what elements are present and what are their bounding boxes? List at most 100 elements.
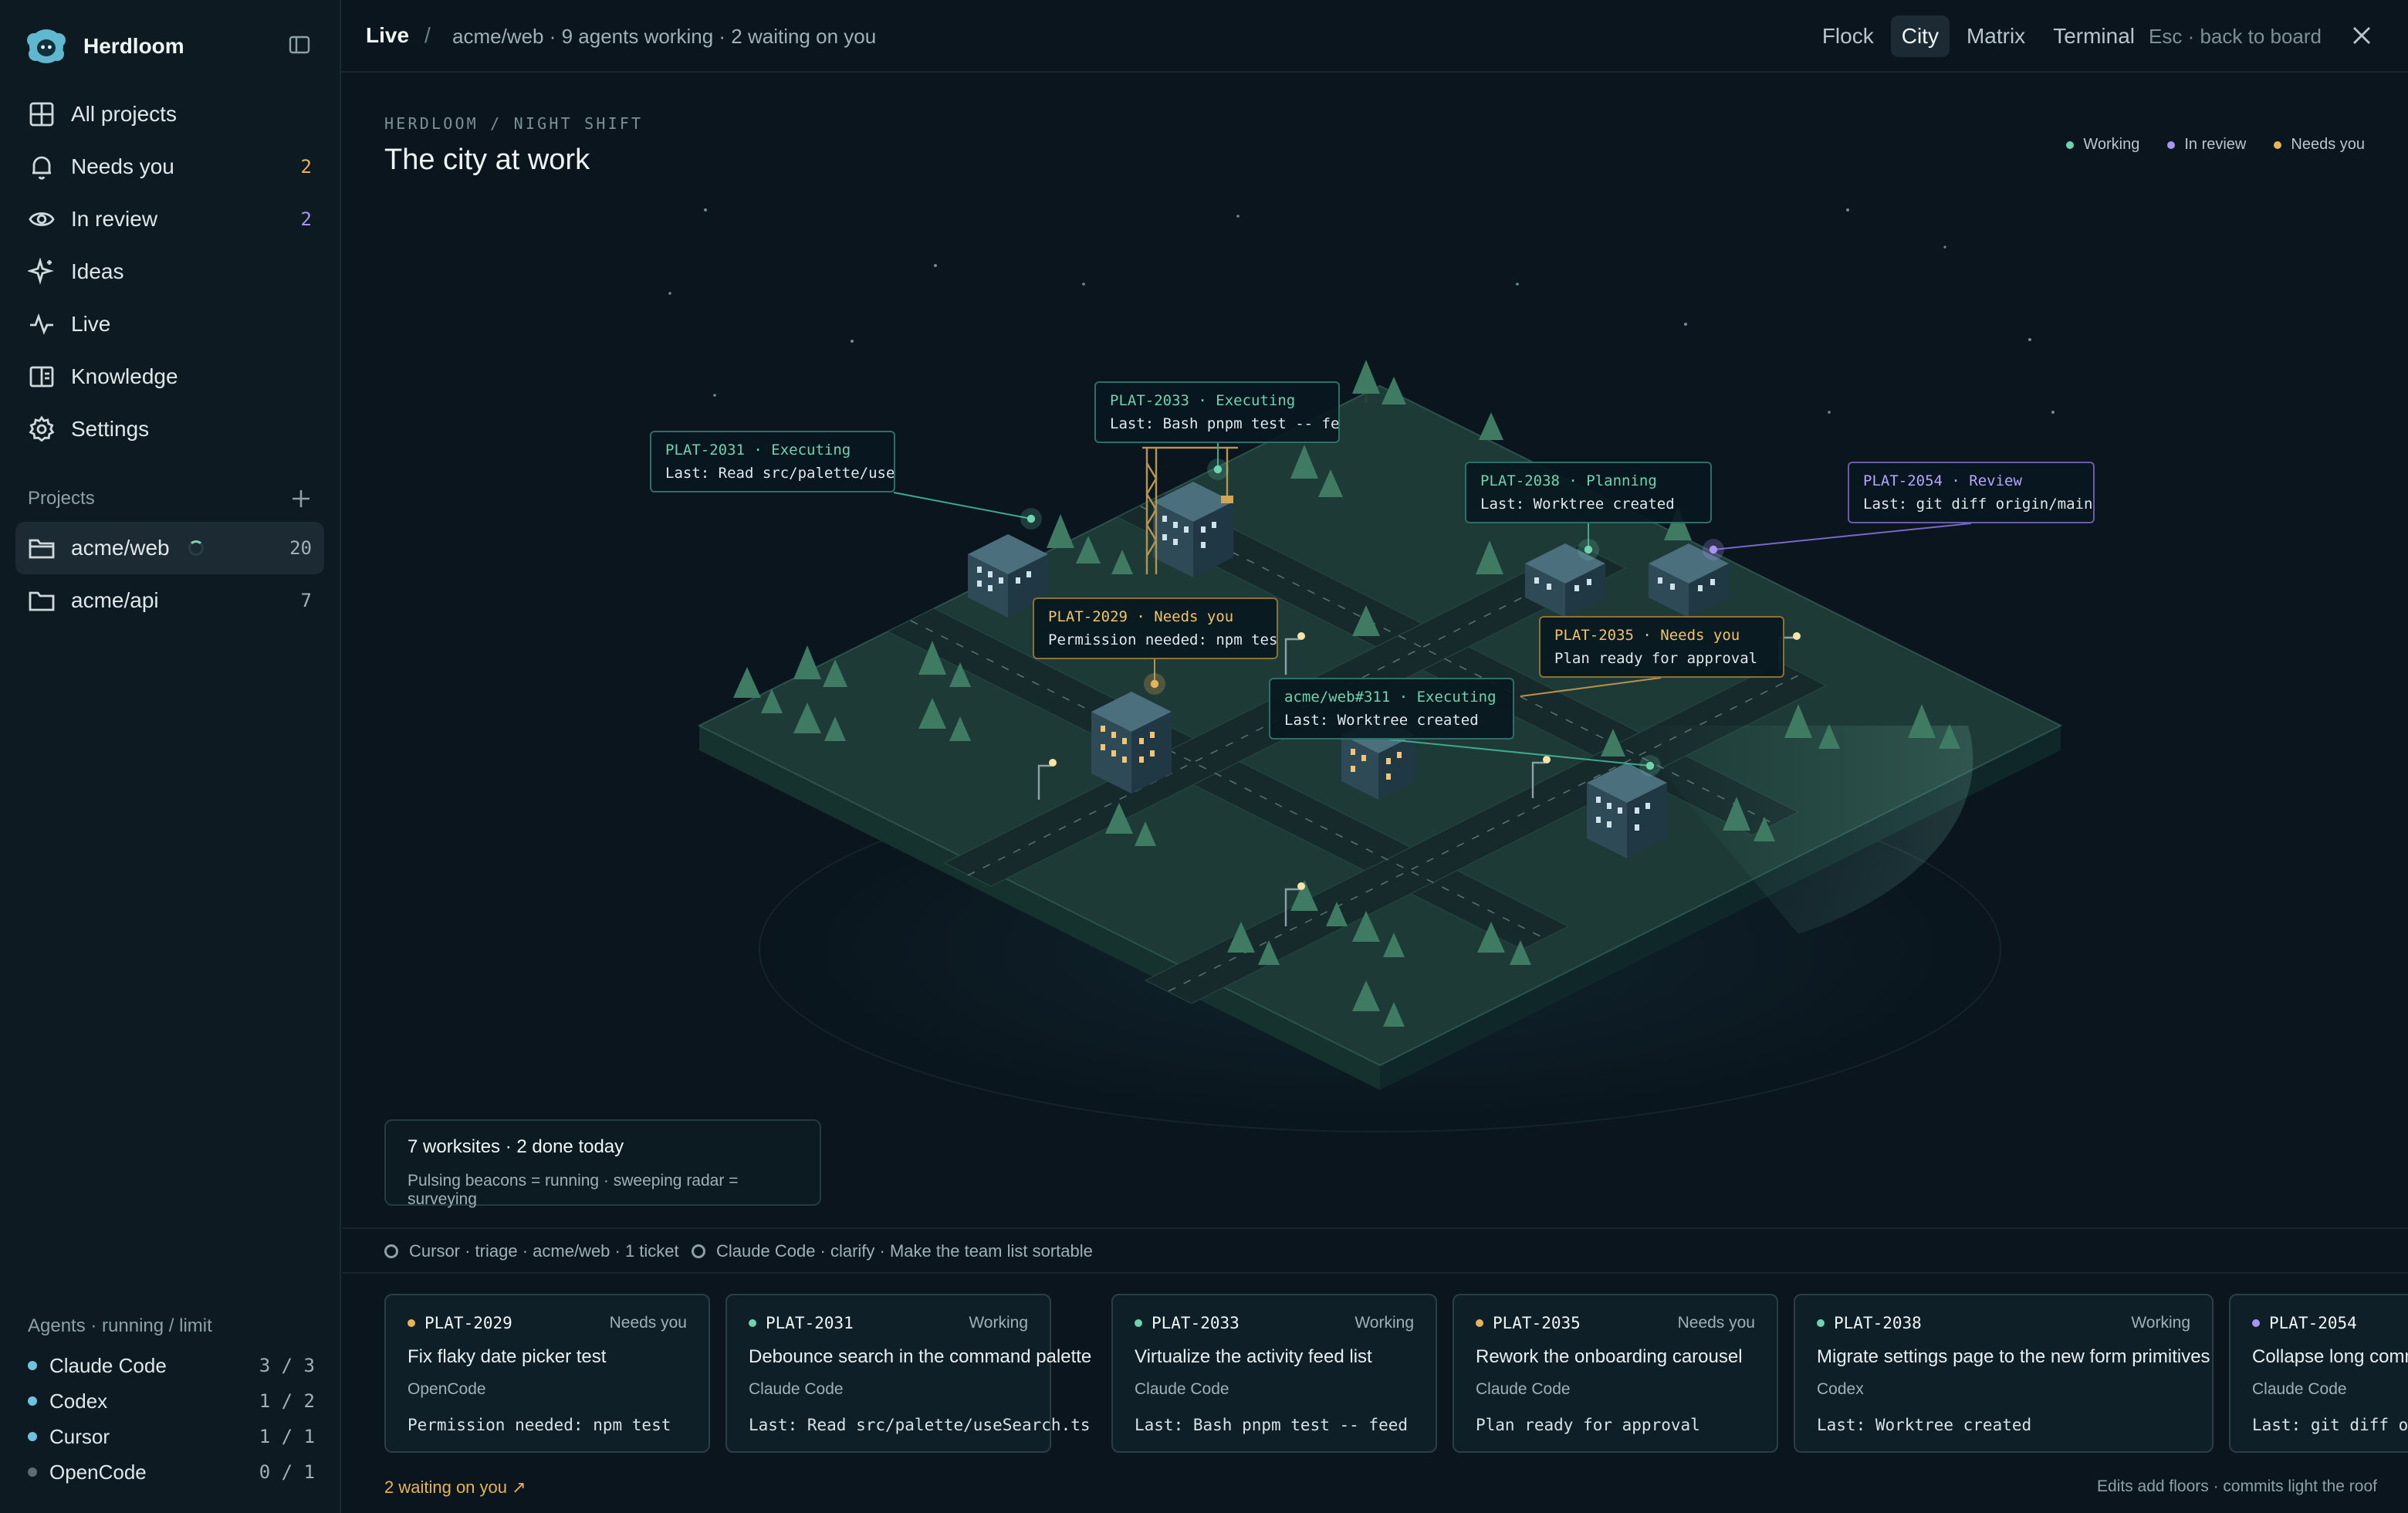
sidebar-item-needs-you[interactable]: Needs you 2 (15, 140, 324, 193)
legend-item-needs-you: Needs you (2274, 136, 2365, 154)
map-tag-plat-2054[interactable]: PLAT-2054 · Review Last: git diff origin… (1848, 462, 2095, 523)
sidebar: Herdloom All projects Needs you 2 In rev… (0, 0, 341, 1513)
ticket-last-action: Last: git diff ori (2252, 1416, 2408, 1434)
ticket-id: PLAT-2038 (1834, 1314, 1922, 1332)
bell-icon (32, 156, 51, 180)
tag-body: Last: git diff origin/main… (1863, 496, 2095, 513)
project-item-acme-web[interactable]: acme/web 20 (15, 522, 324, 574)
top-bar: Live / acme/web · 9 agents working · 2 w… (341, 0, 2408, 73)
tag-head: PLAT-2033 · Executing (1110, 392, 1296, 409)
tag-body: Plan ready for approval (1554, 650, 1758, 667)
activity-ring-icon (692, 1244, 705, 1258)
ticket-title: Rework the onboarding carousel (1476, 1346, 1743, 1367)
activity-item[interactable]: Claude Code · clarify · Make the team li… (692, 1241, 1093, 1261)
legend-item-in-review: In review (2167, 136, 2246, 154)
sidebar-nav: All projects Needs you 2 In review 2 Ide… (15, 88, 324, 455)
agent-status-dot (28, 1361, 37, 1370)
tag-head: PLAT-2038 · Planning (1480, 472, 1657, 489)
ticket-status: Needs you (609, 1314, 687, 1332)
ticket-last-action: Plan ready for approval (1476, 1416, 1700, 1434)
ticket-id: PLAT-2033 (1152, 1314, 1240, 1332)
ticket-title: Virtualize the activity feed list (1135, 1346, 1372, 1367)
tag-body: Last: Worktree created (1284, 712, 1479, 729)
tag-head: PLAT-2054 · Review (1863, 472, 2022, 489)
live-status-description: acme/web · 9 agents working · 2 waiting … (452, 25, 877, 48)
tag-head: PLAT-2029 · Needs you (1048, 608, 1234, 625)
map-tag-plat-2033[interactable]: PLAT-2033 · Executing Last: Bash pnpm te… (1094, 381, 1340, 443)
map-tag-plat-2029[interactable]: PLAT-2029 · Needs you Permission needed:… (1033, 597, 1278, 659)
project-item-acme-api[interactable]: acme/api 7 (15, 574, 324, 627)
ticket-card-plat-2054[interactable]: PLAT-2054 Collapse long comme Claude Cod… (2229, 1294, 2408, 1453)
brand[interactable]: Herdloom (25, 25, 184, 68)
ticket-id: PLAT-2029 (424, 1314, 512, 1332)
map-tag-plat-2035[interactable]: PLAT-2035 · Needs you Plan ready for app… (1539, 616, 1784, 678)
agent-row-opencode: OpenCode 0 / 1 (28, 1454, 315, 1490)
close-icon[interactable] (2352, 26, 2371, 45)
map-tag-plat-2031[interactable]: PLAT-2031 · Executing Last: Read src/pal… (650, 431, 895, 492)
esc-back-hint[interactable]: Esc · back to board (2149, 25, 2322, 49)
tab-city[interactable]: City (1890, 15, 1950, 57)
needs-you-count: 2 (300, 156, 312, 178)
ticket-card-plat-2033[interactable]: PLAT-2033 Working Virtualize the activity… (1111, 1294, 1437, 1453)
ticket-title: Fix flaky date picker test (408, 1346, 607, 1367)
ticket-title: Debounce search in the command palette (749, 1346, 1092, 1367)
eyebrow: HERDLOOM / NIGHT SHIFT (384, 114, 644, 133)
ticket-card-plat-2031[interactable]: PLAT-2031 Working Debounce search in the … (725, 1294, 1092, 1453)
ticket-agent: Claude Code (2252, 1380, 2347, 1398)
sidebar-item-knowledge[interactable]: Knowledge (15, 350, 324, 403)
legend-label: In review (2184, 136, 2247, 153)
ticket-agent: Claude Code (1135, 1380, 1229, 1398)
sidebar-item-label: Settings (71, 417, 150, 441)
breadcrumb-live[interactable]: Live (366, 23, 409, 48)
agent-row-cursor: Cursor 1 / 1 (28, 1419, 315, 1454)
ticket-status: Needs you (1677, 1314, 1755, 1332)
activity-text: Claude Code · clarify · Make the team li… (716, 1241, 1093, 1261)
sheep-logo-icon (27, 29, 66, 63)
legend-label: Needs you (2291, 136, 2365, 153)
sidebar-toggle-icon[interactable] (287, 32, 312, 57)
activity-item[interactable]: Cursor · triage · acme/web · 1 ticket (384, 1241, 679, 1261)
sidebar-item-all-projects[interactable]: All projects (15, 88, 324, 140)
sidebar-item-ideas[interactable]: Ideas (15, 245, 324, 298)
project-list: acme/web 20 acme/api 7 (15, 522, 324, 627)
agent-list: Claude Code 3 / 3 Codex 1 / 2 Cursor 1 /… (28, 1348, 315, 1490)
eye-icon (29, 212, 55, 226)
sidebar-item-in-review[interactable]: In review 2 (15, 193, 324, 245)
status-dot (408, 1319, 415, 1327)
sidebar-item-settings[interactable]: Settings (15, 403, 324, 455)
agent-status-dot (28, 1432, 37, 1441)
in-review-count: 2 (300, 208, 312, 230)
agent-usage: 0 / 1 (259, 1461, 315, 1483)
tab-terminal[interactable]: Terminal (2042, 15, 2146, 57)
worksite-summary: 7 worksites · 2 done today Pulsing beaco… (384, 1119, 821, 1208)
project-count: 7 (300, 590, 312, 611)
agent-usage: 3 / 3 (259, 1355, 315, 1376)
tag-body: Last: Bash pnpm test -- fe… (1110, 415, 1340, 432)
tab-flock[interactable]: Flock (1811, 15, 1885, 57)
waiting-on-you-link[interactable]: 2 waiting on you ↗ (384, 1477, 526, 1498)
ticket-last-action: Permission needed: npm test (408, 1416, 671, 1434)
ticket-agent: OpenCode (408, 1380, 486, 1398)
add-project-icon[interactable] (290, 488, 312, 509)
ticket-id: PLAT-2035 (1493, 1314, 1581, 1332)
activity-text: Cursor · triage · acme/web · 1 ticket (409, 1241, 679, 1261)
sidebar-item-live[interactable]: Live (15, 298, 324, 350)
folder-open-icon (29, 539, 55, 559)
pulse-icon (30, 313, 53, 335)
ticket-card-plat-2038[interactable]: PLAT-2038 Working Migrate settings page t… (1794, 1294, 2214, 1453)
agent-row-claude-code: Claude Code 3 / 3 (28, 1348, 315, 1383)
agent-name: Claude Code (49, 1353, 167, 1377)
footer-hint: Edits add floors · commits light the roo… (2097, 1477, 2377, 1495)
ticket-status: Working (969, 1314, 1028, 1332)
ticket-card-plat-2029[interactable]: PLAT-2029 Needs you Fix flaky date picker… (384, 1294, 710, 1453)
tag-body: Last: Read src/palette/use… (665, 465, 895, 482)
map-tag-acme-web-311[interactable]: acme/web#311 · Executing Last: Worktree … (1269, 678, 1514, 740)
map-tag-plat-2038[interactable]: PLAT-2038 · Planning Last: Worktree crea… (1465, 462, 1712, 523)
ticket-agent: Claude Code (1476, 1380, 1571, 1398)
ticket-card-plat-2035[interactable]: PLAT-2035 Needs you Rework the onboarding… (1453, 1294, 1778, 1453)
tag-body: Permission needed: npm test (1048, 631, 1278, 648)
agent-name: Cursor (49, 1424, 110, 1448)
tab-matrix[interactable]: Matrix (1956, 15, 2036, 57)
status-dot (1135, 1319, 1142, 1327)
agent-status-dot (28, 1396, 37, 1406)
